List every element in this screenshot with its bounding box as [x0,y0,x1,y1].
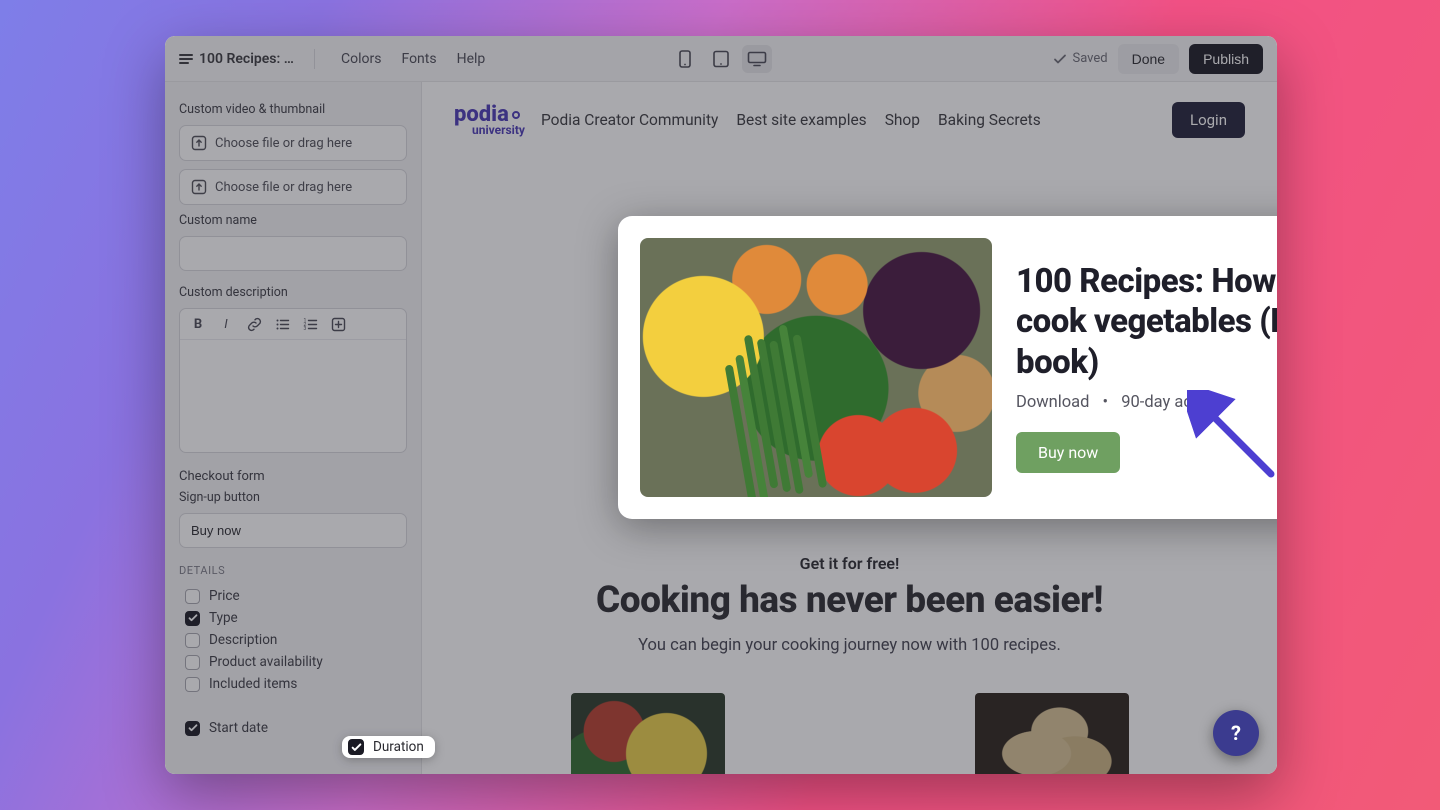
nav-shop[interactable]: Shop [885,111,920,129]
details-heading: DETAILS [179,564,407,577]
saved-label: Saved [1072,51,1107,66]
nav-examples[interactable]: Best site examples [736,111,866,129]
lower-sub: You can begin your cooking journey now w… [462,636,1237,655]
lower-image-1 [571,693,725,774]
rte-toolbar: B I 123 [180,309,406,340]
lower-kicker: Get it for free! [462,554,1237,573]
insert-icon[interactable] [330,316,346,332]
detail-type-row[interactable]: Type [179,607,407,629]
fonts-link[interactable]: Fonts [395,47,442,71]
custom-video-label: Custom video & thumbnail [179,102,407,117]
logo-dot-icon [512,111,520,119]
checkout-form-heading: Checkout form [179,469,407,484]
link-icon[interactable] [246,316,262,332]
custom-name-input[interactable] [179,236,407,271]
detail-duration-label: Duration [373,739,424,755]
site-nav: Podia Creator Community Best site exampl… [541,111,1041,129]
bold-icon[interactable]: B [190,316,206,332]
detail-availability-row[interactable]: Product availability [179,651,407,673]
upload-thumbnail-dropzone[interactable]: Choose file or drag here [179,169,407,205]
hero-duration: 90-day access [1121,393,1226,412]
separator [314,49,315,69]
logo-text-bottom: university [472,125,525,136]
checkbox-icon[interactable] [185,721,200,736]
lower-section: Get it for free! Cooking has never been … [422,498,1277,774]
checkbox-icon[interactable] [348,739,364,755]
detail-duration-row[interactable]: Duration [342,736,435,758]
signup-button-label: Sign-up button [179,490,407,505]
lower-headline: Cooking has never been easier! [462,579,1237,622]
menu-icon[interactable] [179,54,193,64]
nav-secrets[interactable]: Baking Secrets [938,111,1041,129]
device-desktop-button[interactable] [742,45,772,73]
custom-description-editor: B I 123 [179,308,407,453]
check-icon [1053,52,1067,66]
logo-text-top: podia [454,105,509,125]
buy-now-button[interactable]: Buy now [1016,432,1120,473]
checkbox-icon[interactable] [185,589,200,604]
device-mobile-button[interactable] [670,45,700,73]
detail-description-label: Description [209,632,277,648]
checkbox-icon[interactable] [185,611,200,626]
device-switcher [670,45,772,73]
custom-description-body[interactable] [180,340,406,452]
ol-icon[interactable]: 123 [302,316,318,332]
site-logo[interactable]: podia university [454,105,525,136]
detail-type-label: Type [209,610,238,626]
lower-image-2 [975,693,1129,774]
done-button[interactable]: Done [1118,44,1179,74]
checkbox-icon[interactable] [185,655,200,670]
settings-sidebar: Custom video & thumbnail Choose file or … [165,82,422,774]
saved-status: Saved [1053,51,1107,66]
detail-startdate-label: Start date [209,720,268,736]
hero-product-image [640,238,992,497]
question-icon: ? [1231,721,1241,745]
device-tablet-button[interactable] [706,45,736,73]
top-toolbar: 100 Recipes: How to cook vegetables (E-b… [165,36,1277,82]
hero-subtitle: Download • 90-day access [1016,393,1277,412]
checkbox-icon[interactable] [185,633,200,648]
hero-title: 100 Recipes: How to cook vegetables (E-b… [1016,262,1277,383]
ul-icon[interactable] [274,316,290,332]
detail-price-row[interactable]: Price [179,585,407,607]
detail-price-label: Price [209,588,240,604]
help-fab-button[interactable]: ? [1213,710,1259,756]
upload-icon [191,179,207,195]
publish-button[interactable]: Publish [1189,44,1263,74]
colors-link[interactable]: Colors [335,47,387,71]
upload-video-label: Choose file or drag here [215,136,352,151]
italic-icon[interactable]: I [218,316,234,332]
detail-availability-label: Product availability [209,654,323,670]
site-header: podia university Podia Creator Community… [422,82,1277,158]
product-hero-card: 100 Recipes: How to cook vegetables (E-b… [618,216,1277,519]
checkbox-icon[interactable] [185,677,200,692]
page-title[interactable]: 100 Recipes: How to cook vegetables (E-b… [199,51,294,67]
signup-button-input[interactable] [179,513,407,548]
detail-included-row[interactable]: Included items [179,673,407,695]
hero-type: Download [1016,393,1089,412]
detail-included-label: Included items [209,676,297,692]
custom-name-label: Custom name [179,213,407,228]
detail-description-row[interactable]: Description [179,629,407,651]
help-link[interactable]: Help [451,47,492,71]
upload-video-dropzone[interactable]: Choose file or drag here [179,125,407,161]
custom-description-label: Custom description [179,285,407,300]
dot-separator: • [1103,393,1109,412]
editor-window: 100 Recipes: How to cook vegetables (E-b… [165,36,1277,774]
login-button[interactable]: Login [1172,102,1245,138]
upload-icon [191,135,207,151]
nav-community[interactable]: Podia Creator Community [541,111,718,129]
upload-thumb-label: Choose file or drag here [215,180,352,195]
svg-text:3: 3 [303,326,306,332]
